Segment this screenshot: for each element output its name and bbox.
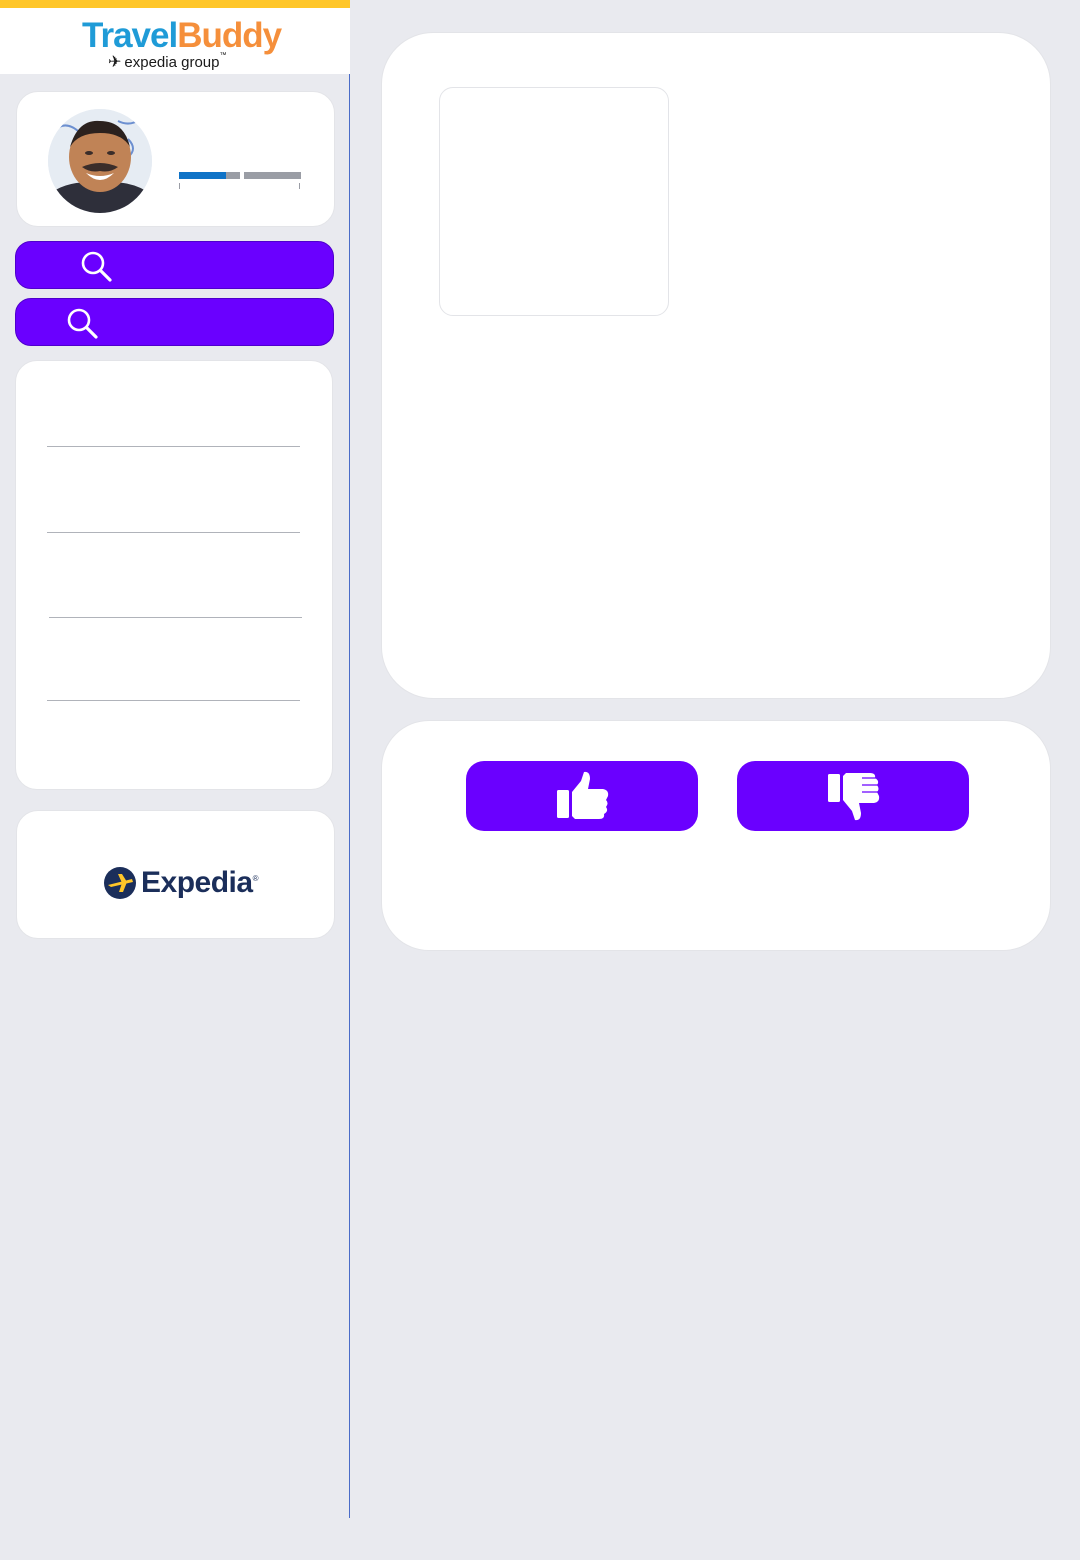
main-content-card [381,32,1051,699]
brand-sub-mark: ™ [219,52,227,59]
image-placeholder [439,87,669,316]
like-button[interactable] [466,761,698,831]
brand-logo-text: TravelBuddy [82,16,282,56]
profile-card [16,91,335,227]
progress-bar-fill [179,172,226,179]
search-icon [67,308,98,339]
thumbs-up-icon [557,771,609,819]
header-logo[interactable]: TravelBuddy ✈ expedia group™ [0,8,350,74]
expedia-ad-card[interactable]: Expedia® [16,810,335,939]
plane-icon: ✈ [108,54,122,71]
progress-tick-end [299,183,300,189]
top-accent-bar [0,0,350,8]
list-divider [47,446,300,447]
list-divider [47,700,300,701]
search-button-1[interactable] [15,241,334,289]
progress-tick-start [179,183,180,189]
menu-list-card [15,360,333,790]
expedia-globe-icon [104,867,136,899]
search-icon [81,251,112,282]
rating-card [381,720,1051,951]
brand-part1: Travel [82,16,178,55]
list-divider [49,617,302,618]
list-divider [47,532,300,533]
expedia-brand-text: Expedia [141,866,253,899]
brand-subtitle: ✈ expedia group™ [108,52,226,72]
sidebar: TravelBuddy ✈ expedia group™ Expedia® [0,0,350,1518]
dislike-button[interactable] [737,761,969,831]
thumbs-down-icon [828,773,880,821]
expedia-trademark: ® [252,874,259,883]
brand-part2: Buddy [177,16,282,55]
expedia-logo: Expedia® [103,866,259,910]
search-button-2[interactable] [15,298,334,346]
expedia-wordmark: Expedia® [141,866,259,900]
progress-bar-secondary [244,172,301,179]
avatar-photo [48,109,152,213]
brand-sub-text: expedia group [124,54,220,71]
avatar[interactable] [48,109,152,213]
progress-bar-remaining [226,172,240,179]
